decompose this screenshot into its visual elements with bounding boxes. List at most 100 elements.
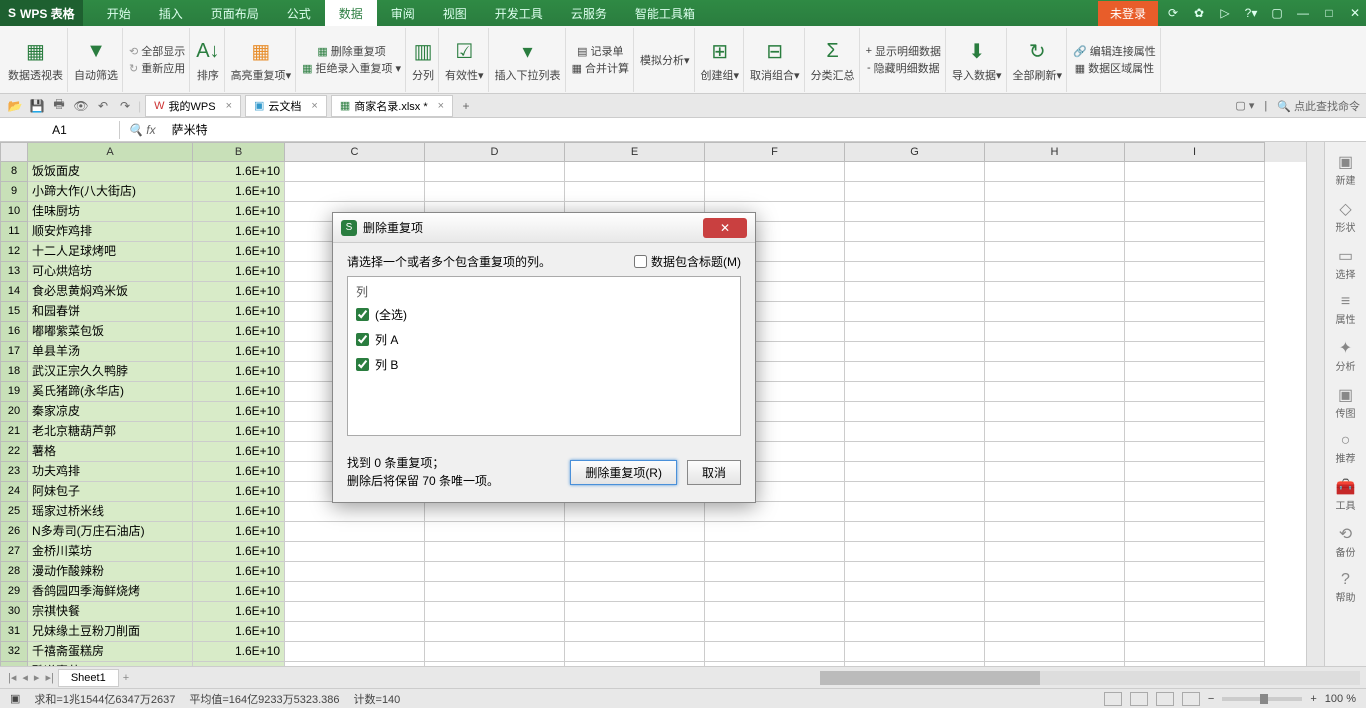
row-header[interactable]: 33 xyxy=(0,662,28,666)
row-header[interactable]: 28 xyxy=(0,562,28,582)
cell[interactable]: 酷道喜茶 xyxy=(28,662,193,666)
col-header-F[interactable]: F xyxy=(705,142,845,162)
menu-tab-2[interactable]: 页面布局 xyxy=(197,0,273,26)
view-page-button[interactable] xyxy=(1130,692,1148,706)
row-header[interactable]: 25 xyxy=(0,502,28,522)
refresh-button[interactable]: ↻全部刷新▾ xyxy=(1009,28,1068,92)
cell[interactable]: 1.6E+10 xyxy=(193,462,285,482)
cell[interactable]: 1.6E+10 xyxy=(193,602,285,622)
menu-tab-0[interactable]: 开始 xyxy=(93,0,145,26)
row-header[interactable]: 32 xyxy=(0,642,28,662)
row-header[interactable]: 19 xyxy=(0,382,28,402)
preview-icon[interactable]: 👁 xyxy=(72,97,90,115)
side-analyze[interactable]: ✦分析 xyxy=(1325,334,1366,377)
cell[interactable]: 十二人足球烤吧 xyxy=(28,242,193,262)
list-item-colA[interactable]: 列 A xyxy=(356,327,732,352)
cell[interactable]: 1.6E+10 xyxy=(193,362,285,382)
table-row[interactable]: 26N多寿司(万庄石油店)1.6E+10 xyxy=(0,522,1306,542)
cell[interactable]: 1.6E+10 xyxy=(193,382,285,402)
row-header[interactable]: 14 xyxy=(0,282,28,302)
row-header[interactable]: 8 xyxy=(0,162,28,182)
col-header-A[interactable]: A xyxy=(28,142,193,162)
table-row[interactable]: 28漫动作酸辣粉1.6E+10 xyxy=(0,562,1306,582)
cell[interactable]: 1.6E+10 xyxy=(193,582,285,602)
cell[interactable]: 千禧斋蛋糕房 xyxy=(28,642,193,662)
col-header-I[interactable]: I xyxy=(1125,142,1265,162)
help-icon[interactable]: ?▾ xyxy=(1240,2,1262,24)
side-new[interactable]: ▣新建 xyxy=(1325,148,1366,191)
table-row[interactable]: 32千禧斋蛋糕房1.6E+10 xyxy=(0,642,1306,662)
menu-tab-8[interactable]: 云服务 xyxy=(557,0,621,26)
table-row[interactable]: 30宗祺快餐1.6E+10 xyxy=(0,602,1306,622)
row-header[interactable]: 16 xyxy=(0,322,28,342)
menu-tab-6[interactable]: 视图 xyxy=(429,0,481,26)
dialog-titlebar[interactable]: S 删除重复项 ✕ xyxy=(333,213,755,243)
side-help[interactable]: ?帮助 xyxy=(1325,567,1366,608)
cell[interactable]: N多寿司(万庄石油店) xyxy=(28,522,193,542)
side-tool[interactable]: 🧰工具 xyxy=(1325,473,1366,516)
row-header[interactable]: 26 xyxy=(0,522,28,542)
table-row[interactable]: 25瑶家过桥米线1.6E+10 xyxy=(0,502,1306,522)
row-header[interactable]: 30 xyxy=(0,602,28,622)
cell[interactable]: 顺安炸鸡排 xyxy=(28,222,193,242)
undo-icon[interactable]: ↶ xyxy=(94,97,112,115)
side-backup[interactable]: ⟲备份 xyxy=(1325,520,1366,563)
col-header-E[interactable]: E xyxy=(565,142,705,162)
cell[interactable]: 薯格 xyxy=(28,442,193,462)
col-header-D[interactable]: D xyxy=(425,142,565,162)
menu-tab-9[interactable]: 智能工具箱 xyxy=(621,0,709,26)
sort-button[interactable]: A↓排序 xyxy=(192,28,224,92)
maximize-button[interactable]: □ xyxy=(1318,2,1340,24)
split-button[interactable]: ▥分列 xyxy=(408,28,439,92)
zoom-out-button[interactable]: − xyxy=(1208,693,1214,705)
table-row[interactable]: 29香鸽园四季海鲜烧烤1.6E+10 xyxy=(0,582,1306,602)
side-shape[interactable]: ◇形状 xyxy=(1325,195,1366,238)
cell[interactable]: 兄妹缘土豆粉刀削面 xyxy=(28,622,193,642)
cell[interactable]: 1.6E+10 xyxy=(193,642,285,662)
ungroup-button[interactable]: ⊟取消组合▾ xyxy=(746,28,805,92)
open-icon[interactable]: 📂 xyxy=(6,97,24,115)
cell[interactable]: 老北京糖葫芦郭 xyxy=(28,422,193,442)
col-header-C[interactable]: C xyxy=(285,142,425,162)
cell[interactable]: 武汉正宗久久鸭脖 xyxy=(28,362,193,382)
cell[interactable]: 1.6E+10 xyxy=(193,222,285,242)
table-row[interactable]: 33酷道喜茶1.6E+10 xyxy=(0,662,1306,666)
row-header[interactable]: 29 xyxy=(0,582,28,602)
cell[interactable]: 宗祺快餐 xyxy=(28,602,193,622)
row-header[interactable]: 12 xyxy=(0,242,28,262)
dropdown-button[interactable]: ▾插入下拉列表 xyxy=(491,28,566,92)
row-header[interactable]: 15 xyxy=(0,302,28,322)
row-header[interactable]: 21 xyxy=(0,422,28,442)
row-header[interactable]: 17 xyxy=(0,342,28,362)
cell[interactable]: 功夫鸡排 xyxy=(28,462,193,482)
subtotal-button[interactable]: Σ分类汇总 xyxy=(807,28,860,92)
redo-icon[interactable]: ↷ xyxy=(116,97,134,115)
close-button[interactable]: ✕ xyxy=(1344,2,1366,24)
cell[interactable]: 金桥川菜坊 xyxy=(28,542,193,562)
dup-options[interactable]: ▦删除重复项 ▦拒绝录入重复项▾ xyxy=(298,28,406,92)
dialog-ok-button[interactable]: 删除重复项(R) xyxy=(570,460,677,485)
doctab-cloud[interactable]: ▣云文档× xyxy=(245,95,327,117)
pivot-table-button[interactable]: ▦数据透视表 xyxy=(4,28,68,92)
cell[interactable]: 1.6E+10 xyxy=(193,422,285,442)
restore-icon[interactable]: ▢ xyxy=(1266,2,1288,24)
col-header-H[interactable]: H xyxy=(985,142,1125,162)
import-button[interactable]: ⬇导入数据▾ xyxy=(948,28,1007,92)
row-header[interactable]: 23 xyxy=(0,462,28,482)
table-row[interactable]: 31兄妹缘土豆粉刀削面1.6E+10 xyxy=(0,622,1306,642)
cell[interactable]: 1.6E+10 xyxy=(193,262,285,282)
simulate-button[interactable]: 模拟分析▾ xyxy=(636,28,695,92)
cell[interactable]: 香鸽园四季海鲜烧烤 xyxy=(28,582,193,602)
table-row[interactable]: 8饭饭面皮1.6E+10 xyxy=(0,162,1306,182)
row-header[interactable]: 31 xyxy=(0,622,28,642)
col-header-B[interactable]: B xyxy=(193,142,285,162)
cell[interactable]: 1.6E+10 xyxy=(193,162,285,182)
menu-tab-3[interactable]: 公式 xyxy=(273,0,325,26)
skin-icon[interactable]: ▷ xyxy=(1214,2,1236,24)
cell[interactable]: 可心烘焙坊 xyxy=(28,262,193,282)
cell[interactable]: 1.6E+10 xyxy=(193,242,285,262)
highlight-dup-button[interactable]: ▦高亮重复项▾ xyxy=(227,28,297,92)
row-header[interactable]: 18 xyxy=(0,362,28,382)
doctab-mywps[interactable]: W我的WPS× xyxy=(145,95,241,117)
cell[interactable]: 1.6E+10 xyxy=(193,402,285,422)
